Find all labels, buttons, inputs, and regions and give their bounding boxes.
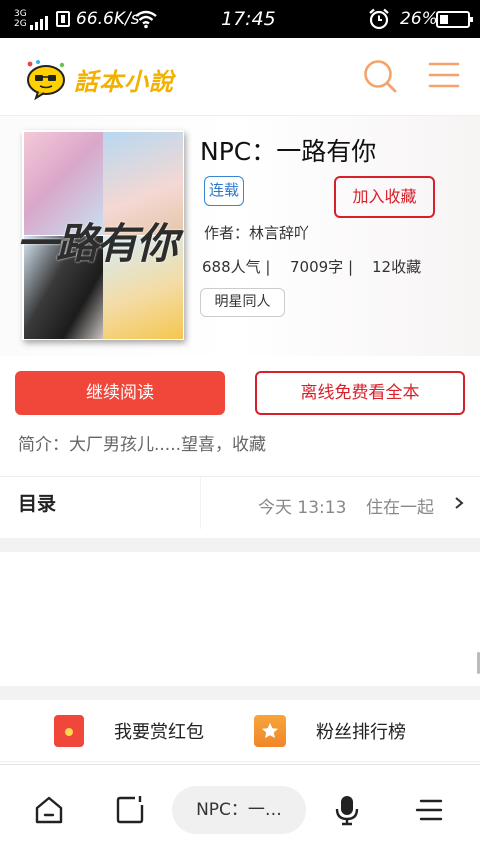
table-of-contents-row[interactable]: 目录 今天 13:13 住在一起 xyxy=(0,476,480,529)
offline-free-read-button[interactable]: 离线免费看全本 xyxy=(255,371,465,415)
site-header: 話本小說 xyxy=(0,38,480,116)
menu-icon[interactable] xyxy=(412,793,446,827)
divider xyxy=(0,686,480,700)
search-icon[interactable] xyxy=(362,58,398,94)
status-bar: 3G 2G 66.6K/s 17:45 26% xyxy=(0,0,480,38)
book-stats: 688人气 | 7009字 | 12收藏 xyxy=(202,256,421,277)
favorites-count: 12收藏 xyxy=(372,258,422,276)
ranking-icon[interactable] xyxy=(254,715,286,747)
logo-speech-bubble-icon xyxy=(27,60,65,100)
book-synopsis[interactable]: 简介：大厂男孩儿.....望喜，收藏 xyxy=(18,430,266,455)
cover-title-text: 一路有你 xyxy=(16,219,178,268)
latest-chapter[interactable]: 住在一起 xyxy=(366,493,434,518)
menu-icon[interactable] xyxy=(428,60,460,90)
word-count: 7009字 | xyxy=(290,258,353,276)
logo-text: 話本小說 xyxy=(74,68,174,96)
fan-ranking-button[interactable]: 粉丝排行榜 xyxy=(316,718,406,744)
update-time: 今天 13:13 xyxy=(258,498,347,518)
divider xyxy=(200,477,201,529)
alarm-clock-icon xyxy=(368,8,390,30)
author-name[interactable]: 作者：林言辞吖 xyxy=(204,222,309,243)
browser-bottom-bar: NPC：一… xyxy=(0,764,480,854)
book-info-panel: 一路有你 NPC：一路有你 连载 加入收藏 作者：林言辞吖 688人气 | 70… xyxy=(0,116,480,356)
divider xyxy=(0,538,480,552)
toc-label: 目录 xyxy=(18,493,57,515)
mic-icon[interactable] xyxy=(330,793,364,827)
battery-percent: 26% xyxy=(400,9,438,29)
tabs-icon[interactable] xyxy=(113,793,147,827)
battery-icon xyxy=(436,11,473,28)
popularity-count: 688人气 | xyxy=(202,258,271,276)
status-badge: 连载 xyxy=(204,176,244,206)
clock: 17:45 xyxy=(221,8,276,30)
red-packet-icon[interactable] xyxy=(54,715,84,747)
book-title: NPC：一路有你 xyxy=(200,137,377,166)
network-speed: 66.6K/s xyxy=(76,9,140,29)
genre-tag[interactable]: 明星同人 xyxy=(200,288,285,317)
book-cover[interactable]: 一路有你 xyxy=(16,130,184,340)
address-bar[interactable]: NPC：一… xyxy=(172,786,306,834)
add-to-favorites-button[interactable]: 加入收藏 xyxy=(334,176,435,218)
network-type-bottom: 2G xyxy=(14,19,27,29)
red-packet-button[interactable]: 我要赏红包 xyxy=(114,718,204,744)
home-icon[interactable] xyxy=(32,793,66,827)
sim-card-icon xyxy=(56,11,70,27)
site-logo[interactable]: 話本小說 xyxy=(20,50,190,104)
network-type-top: 3G xyxy=(14,9,27,19)
cellular-signal-icon: 3G 2G xyxy=(14,9,50,31)
chevron-right-icon xyxy=(455,497,464,509)
wifi-icon xyxy=(134,9,158,29)
reward-row: 我要赏红包 粉丝排行榜 xyxy=(0,700,480,762)
continue-reading-button[interactable]: 继续阅读 xyxy=(15,371,225,415)
